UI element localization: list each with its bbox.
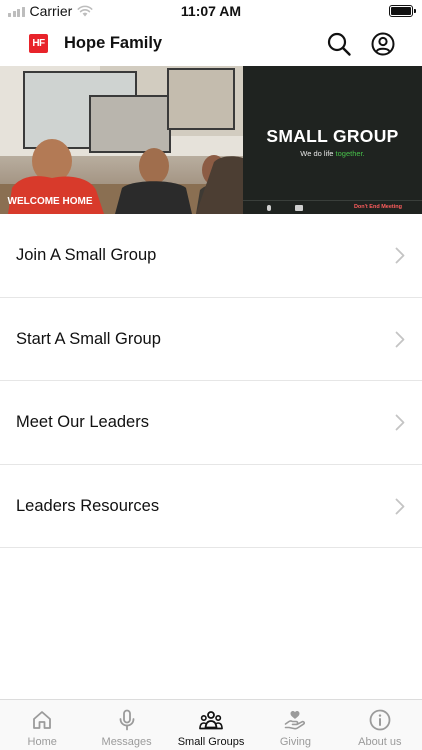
hero-banner: WELCOME HOME SMALL GROUP We do life toge… — [0, 66, 422, 214]
video-call-illustration: WELCOME HOME — [0, 66, 243, 214]
tab-messages[interactable]: Messages — [84, 700, 168, 750]
tab-home[interactable]: Home — [0, 700, 84, 750]
account-icon[interactable] — [370, 31, 396, 57]
info-icon — [369, 709, 391, 731]
meeting-controls: Don't End Meeting — [243, 200, 422, 214]
tab-label: Home — [27, 736, 57, 748]
tab-small-groups[interactable]: Small Groups — [169, 700, 253, 750]
group-icon — [199, 711, 223, 730]
chevron-right-icon — [395, 331, 405, 347]
menu-item-leaders[interactable]: Meet Our Leaders — [0, 381, 422, 465]
tab-bar: Home Messages Small Groups Giving About … — [0, 699, 422, 750]
chevron-right-icon — [395, 414, 405, 431]
chevron-right-icon — [395, 247, 405, 264]
tab-label: About us — [358, 736, 402, 748]
camera-icon — [295, 205, 303, 211]
battery-icon — [389, 5, 416, 17]
shirt-sign: WELCOME HOME — [8, 196, 93, 207]
status-bar: Carrier 11:07 AM — [0, 0, 422, 22]
microphone-icon — [119, 709, 135, 731]
search-icon[interactable] — [326, 31, 352, 57]
menu-item-label: Leaders Resources — [16, 496, 160, 515]
tab-about-us[interactable]: About us — [338, 700, 422, 750]
menu-item-start[interactable]: Start A Small Group — [0, 298, 422, 381]
menu-item-label: Join A Small Group — [16, 246, 157, 264]
app-title: Hope Family — [64, 34, 163, 52]
hero-photo: WELCOME HOME — [0, 66, 243, 214]
menu-item-label: Meet Our Leaders — [16, 413, 149, 431]
home-icon — [33, 711, 52, 729]
menu-item-join[interactable]: Join A Small Group — [0, 214, 422, 298]
end-meeting-label: Don't End Meeting — [353, 204, 402, 210]
small-group-panel: SMALL GROUP We do life together. Don't E… — [243, 66, 422, 214]
hero-tagline: We do life together. — [300, 149, 365, 158]
menu-item-resources[interactable]: Leaders Resources — [0, 465, 422, 548]
tab-label: Messages — [101, 736, 152, 748]
giving-hand-heart-icon — [285, 711, 306, 730]
app-logo: HF — [29, 34, 48, 53]
menu-item-label: Start A Small Group — [16, 329, 161, 348]
chevron-right-icon — [395, 498, 405, 514]
tab-label: Giving — [279, 736, 312, 748]
tab-giving[interactable]: Giving — [253, 700, 337, 750]
status-time: 11:07 AM — [180, 3, 242, 19]
mic-icon — [267, 205, 271, 211]
tab-label: Small Groups — [177, 736, 245, 748]
menu-list: Join A Small Group Start A Small Group M… — [0, 214, 422, 548]
app-header: HF Hope Family — [0, 22, 422, 66]
hero-title: SMALL GROUP — [266, 126, 399, 146]
